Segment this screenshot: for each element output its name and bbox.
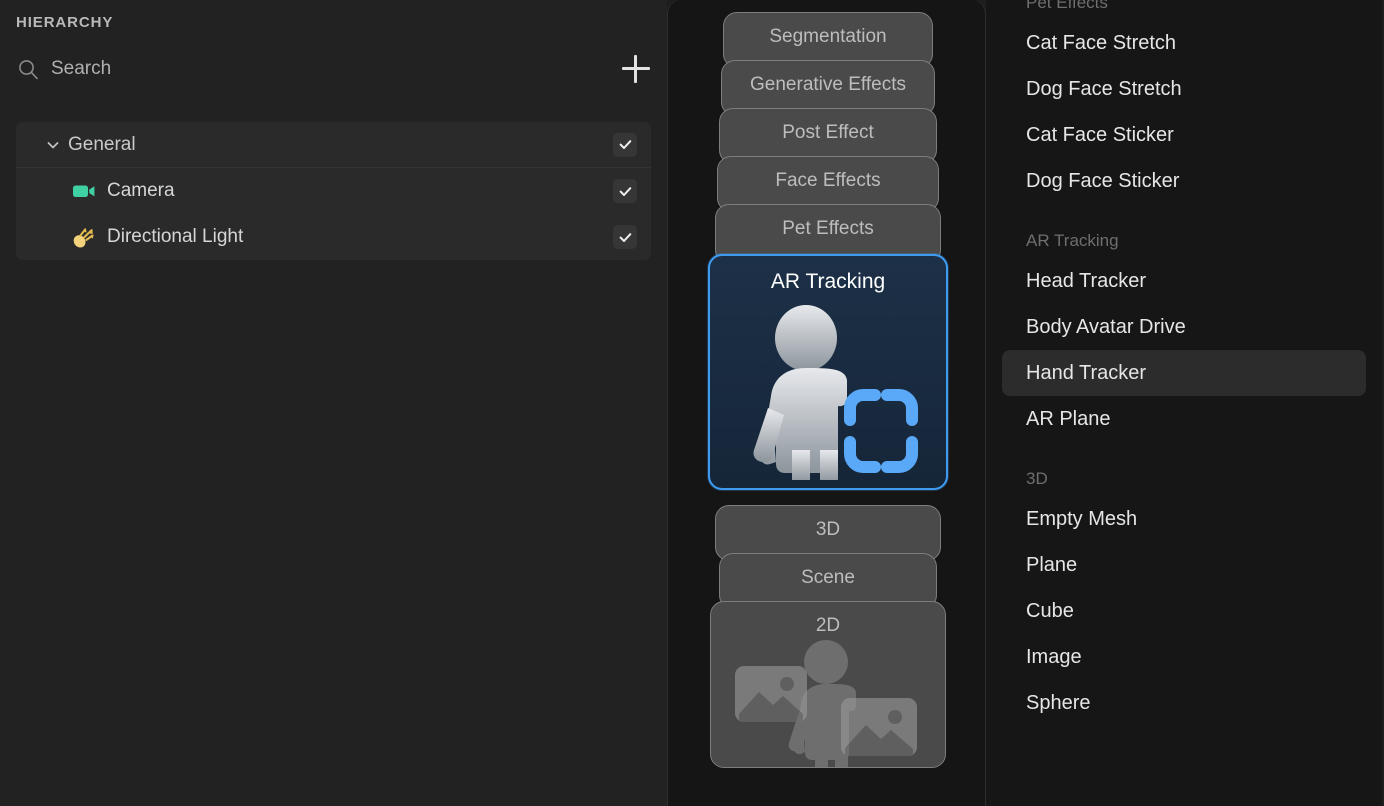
- category-card-label: Pet Effects: [782, 218, 874, 239]
- ar-tracking-person-icon: [728, 300, 928, 482]
- menu-item-image[interactable]: Image: [1002, 634, 1366, 680]
- directional-light-icon: [71, 224, 97, 250]
- menu-item-hand-tracker[interactable]: Hand Tracker: [1002, 350, 1366, 396]
- menu-item-label: Cat Face Stretch: [1026, 31, 1177, 54]
- category-card-label: Face Effects: [775, 170, 881, 191]
- menu-section-title-ar-tracking: AR Tracking: [1026, 231, 1119, 250]
- chevron-down-icon[interactable]: [46, 138, 60, 152]
- menu-item-plane[interactable]: Plane: [1002, 542, 1366, 588]
- menu-item-label: Hand Tracker: [1026, 361, 1147, 384]
- menu-item-label: Plane: [1026, 553, 1078, 576]
- menu-item-dog-face-stretch[interactable]: Dog Face Stretch: [1002, 66, 1366, 112]
- category-card-label: AR Tracking: [770, 270, 886, 293]
- hierarchy-tree: General Camera Directional Light: [16, 122, 651, 260]
- camera-icon: [71, 178, 97, 204]
- menu-section-title-3d: 3D: [1026, 469, 1048, 488]
- object-menu-panel: Pet Effects Cat Face Stretch Dog Face St…: [986, 0, 1382, 806]
- tree-item-directional-light[interactable]: Directional Light: [16, 214, 651, 260]
- two-d-images-person-icon: [723, 640, 933, 767]
- category-card-label: 2D: [815, 615, 841, 636]
- object-menu-list: Pet Effects Cat Face Stretch Dog Face St…: [986, 0, 1382, 726]
- add-object-button[interactable]: [622, 55, 650, 83]
- tree-item-label: Directional Light: [107, 226, 244, 247]
- menu-item-dog-face-sticker[interactable]: Dog Face Sticker: [1002, 158, 1366, 204]
- menu-item-label: Cube: [1026, 599, 1074, 622]
- category-card-label: 3D: [815, 519, 841, 540]
- menu-item-cube[interactable]: Cube: [1002, 588, 1366, 634]
- menu-item-label: Cat Face Sticker: [1026, 123, 1174, 146]
- menu-item-cat-face-stretch[interactable]: Cat Face Stretch: [1002, 20, 1366, 66]
- visibility-checkbox-camera[interactable]: [613, 179, 637, 203]
- menu-item-ar-plane[interactable]: AR Plane: [1002, 396, 1366, 442]
- menu-item-label: Dog Face Sticker: [1026, 169, 1180, 192]
- menu-item-label: Dog Face Stretch: [1026, 77, 1182, 100]
- menu-divider-spacer: [986, 442, 1382, 462]
- menu-item-label: Image: [1026, 645, 1082, 668]
- category-card-stack: Segmentation Generative Effects Post Eff…: [667, 0, 986, 806]
- tree-group-label: General: [68, 133, 136, 155]
- menu-section-title-pet-effects: Pet Effects: [1026, 0, 1108, 12]
- tree-item-camera[interactable]: Camera: [16, 168, 651, 214]
- menu-item-cat-face-sticker[interactable]: Cat Face Sticker: [1002, 112, 1366, 158]
- menu-item-body-avatar-drive[interactable]: Body Avatar Drive: [1002, 304, 1366, 350]
- menu-item-head-tracker[interactable]: Head Tracker: [1002, 258, 1366, 304]
- page-title: HIERARCHY: [16, 14, 114, 31]
- visibility-checkbox-directional-light[interactable]: [613, 225, 637, 249]
- menu-item-empty-mesh[interactable]: Empty Mesh: [1002, 496, 1366, 542]
- menu-item-label: Head Tracker: [1026, 269, 1147, 292]
- category-card-label: Segmentation: [769, 26, 887, 47]
- tree-group-general[interactable]: General: [16, 122, 651, 168]
- category-card-2d[interactable]: 2D: [710, 601, 946, 768]
- search-row[interactable]: Search: [0, 50, 667, 88]
- app-root: HIERARCHY Search General Camera Directio…: [0, 0, 1384, 806]
- category-card-label: Post Effect: [782, 122, 874, 143]
- hierarchy-panel: HIERARCHY Search General Camera Directio…: [0, 0, 667, 806]
- search-icon: [17, 58, 39, 80]
- category-card-label: Scene: [801, 567, 855, 588]
- menu-item-label: Body Avatar Drive: [1026, 315, 1186, 338]
- menu-divider-spacer: [986, 204, 1382, 224]
- search-input[interactable]: Search: [51, 58, 111, 80]
- menu-item-label: AR Plane: [1026, 407, 1111, 430]
- tree-item-label: Camera: [107, 180, 175, 201]
- menu-item-label: Empty Mesh: [1026, 507, 1138, 530]
- category-card-ar-tracking[interactable]: AR Tracking: [708, 254, 948, 490]
- menu-item-sphere[interactable]: Sphere: [1002, 680, 1366, 726]
- visibility-checkbox-general[interactable]: [613, 132, 637, 157]
- menu-item-label: Sphere: [1026, 691, 1091, 714]
- category-card-label: Generative Effects: [750, 74, 906, 95]
